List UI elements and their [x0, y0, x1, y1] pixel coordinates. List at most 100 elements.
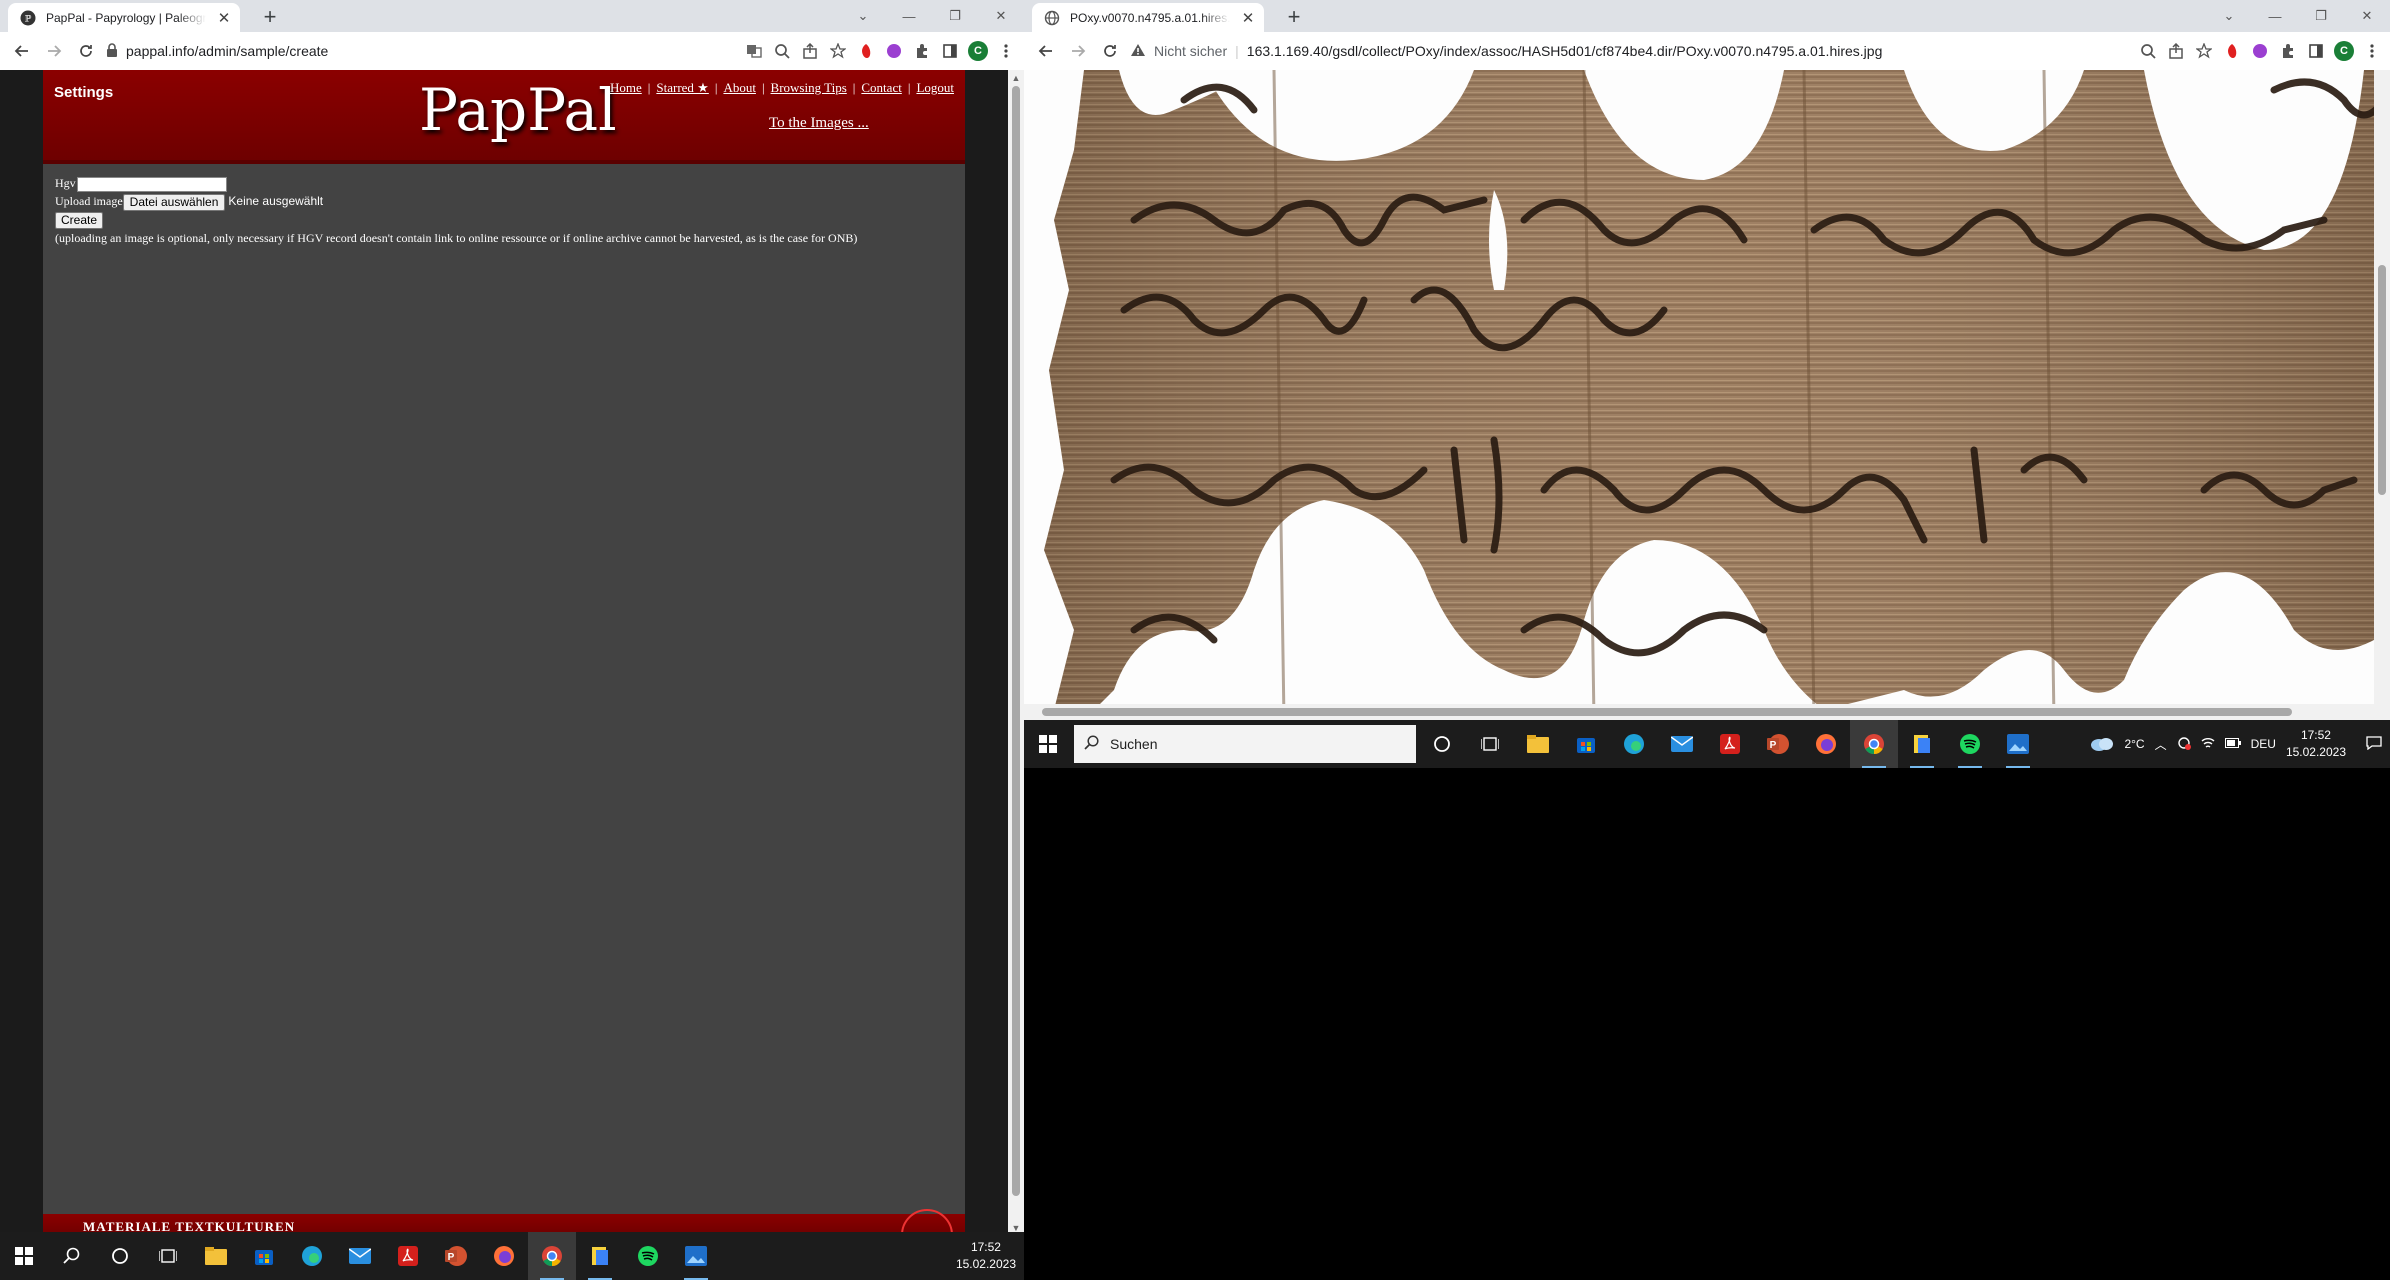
menu-kebab-icon[interactable] [992, 37, 1020, 65]
restore-icon[interactable]: ❐ [932, 0, 978, 32]
tab-pappal[interactable]: ℙ PapPal - Papyrology | Paleography ✕ [8, 3, 240, 32]
create-button[interactable]: Create [55, 211, 104, 229]
edge-icon[interactable] [1610, 720, 1658, 768]
back-icon[interactable] [1030, 35, 1062, 67]
back-icon[interactable] [6, 35, 38, 67]
close-tab-icon[interactable]: ✕ [1240, 10, 1256, 27]
weather-cloud-icon[interactable] [2090, 735, 2114, 754]
photos-icon[interactable] [1994, 720, 2042, 768]
notification-icon[interactable] [2366, 735, 2382, 753]
mail-icon[interactable] [1658, 720, 1706, 768]
right-vertical-scrollbar[interactable] [2374, 70, 2390, 720]
nav-home[interactable]: Home [610, 80, 642, 96]
sticky-note-icon[interactable] [1898, 720, 1946, 768]
left-address-bar[interactable]: pappal.info/admin/sample/create [102, 33, 740, 69]
task-view-icon[interactable] [1466, 720, 1514, 768]
acrobat-icon[interactable] [1706, 720, 1754, 768]
nav-logout[interactable]: Logout [916, 80, 954, 96]
file-explorer-icon[interactable] [1514, 720, 1562, 768]
scroll-up-arrow-icon[interactable]: ▲ [1008, 70, 1024, 86]
forward-icon[interactable] [1062, 35, 1094, 67]
firefox-icon[interactable] [480, 1232, 528, 1280]
firefox-icon[interactable] [1802, 720, 1850, 768]
new-tab-button[interactable]: + [256, 4, 284, 30]
scroll-thumb[interactable] [1012, 86, 1020, 1196]
minimize-icon[interactable]: — [2252, 0, 2298, 32]
weather-temp[interactable]: 2°C [2124, 737, 2144, 751]
pappal-logo[interactable]: PapPal [419, 76, 617, 144]
search-icon[interactable] [48, 1232, 96, 1280]
file-explorer-icon[interactable] [192, 1232, 240, 1280]
chrome-icon[interactable] [528, 1232, 576, 1280]
to-the-images-link[interactable]: To the Images ... [769, 115, 869, 132]
scroll-thumb[interactable] [2378, 265, 2386, 495]
left-vertical-scrollbar[interactable]: ▲ ▼ [1008, 70, 1024, 1236]
extension-red-icon[interactable] [2218, 37, 2246, 65]
horizontal-scrollbar[interactable] [1024, 704, 2374, 720]
close-tab-icon[interactable]: ✕ [216, 10, 232, 27]
restore-icon[interactable]: ❐ [2298, 0, 2344, 32]
language-indicator[interactable]: DEU [2251, 737, 2276, 751]
chrome-icon[interactable] [1850, 720, 1898, 768]
taskbar-search-box[interactable]: Suchen [1074, 725, 1416, 763]
cortana-icon[interactable] [96, 1232, 144, 1280]
hgv-input[interactable] [76, 176, 227, 192]
profile-avatar[interactable]: C [964, 37, 992, 65]
right-clock[interactable]: 17:52 15.02.2023 [2286, 727, 2346, 761]
profile-avatar[interactable]: C [2330, 37, 2358, 65]
settings-link[interactable]: Settings [54, 84, 113, 101]
powerpoint-icon[interactable]: P [1754, 720, 1802, 768]
reload-icon[interactable] [70, 35, 102, 67]
side-panel-icon[interactable] [936, 37, 964, 65]
not-secure-label[interactable]: Nicht sicher [1154, 43, 1227, 59]
store-icon[interactable] [1562, 720, 1610, 768]
extension-purple-icon[interactable] [880, 37, 908, 65]
wifi-icon[interactable] [2201, 736, 2215, 753]
close-window-icon[interactable]: ✕ [978, 0, 1024, 32]
powerpoint-icon[interactable]: P [432, 1232, 480, 1280]
bookmark-star-icon[interactable] [824, 37, 852, 65]
forward-icon[interactable] [38, 35, 70, 67]
zoom-icon[interactable] [2134, 37, 2162, 65]
windows-start-icon[interactable] [1024, 720, 1072, 768]
windows-start-icon[interactable] [0, 1232, 48, 1280]
tab-poxy-image[interactable]: POxy.v0070.n4795.a.01.hires.jpg ✕ [1032, 3, 1264, 32]
zoom-icon[interactable] [768, 37, 796, 65]
acrobat-icon[interactable] [384, 1232, 432, 1280]
nav-browsing-tips[interactable]: Browsing Tips [771, 80, 847, 96]
spotify-icon[interactable] [1946, 720, 1994, 768]
choose-file-button[interactable]: Datei auswählen [122, 193, 226, 211]
tray-app-icon[interactable] [2177, 736, 2191, 753]
nav-about[interactable]: About [723, 80, 756, 96]
battery-icon[interactable] [2224, 737, 2241, 751]
extensions-puzzle-icon[interactable] [2274, 37, 2302, 65]
cortana-icon[interactable] [1418, 720, 1466, 768]
spotify-icon[interactable] [624, 1232, 672, 1280]
reload-icon[interactable] [1094, 35, 1126, 67]
extensions-puzzle-icon[interactable] [908, 37, 936, 65]
nav-contact[interactable]: Contact [861, 80, 901, 96]
close-window-icon[interactable]: ✕ [2344, 0, 2390, 32]
extension-purple-icon[interactable] [2246, 37, 2274, 65]
translate-icon[interactable] [740, 37, 768, 65]
scroll-thumb[interactable] [1042, 708, 2292, 716]
mail-icon[interactable] [336, 1232, 384, 1280]
bookmark-star-icon[interactable] [2190, 37, 2218, 65]
task-view-icon[interactable] [144, 1232, 192, 1280]
nav-starred[interactable]: Starred ★ [656, 80, 708, 96]
left-clock[interactable]: 17:52 15.02.2023 [956, 1239, 1016, 1273]
new-tab-button[interactable]: + [1280, 4, 1308, 30]
extension-red-icon[interactable] [852, 37, 880, 65]
side-panel-icon[interactable] [2302, 37, 2330, 65]
share-icon[interactable] [796, 37, 824, 65]
minimize-icon[interactable]: — [886, 0, 932, 32]
papyrus-image[interactable] [1024, 70, 2390, 720]
right-address-bar[interactable]: Nicht sicher | 163.1.169.40/gsdl/collect… [1126, 33, 2134, 69]
share-icon[interactable] [2162, 37, 2190, 65]
tab-search-icon[interactable]: ⌄ [2206, 0, 2252, 32]
store-icon[interactable] [240, 1232, 288, 1280]
tab-search-icon[interactable]: ⌄ [840, 0, 886, 32]
edge-icon[interactable] [288, 1232, 336, 1280]
photos-icon[interactable] [672, 1232, 720, 1280]
tray-chevron-up-icon[interactable]: ︿ [2155, 736, 2167, 753]
